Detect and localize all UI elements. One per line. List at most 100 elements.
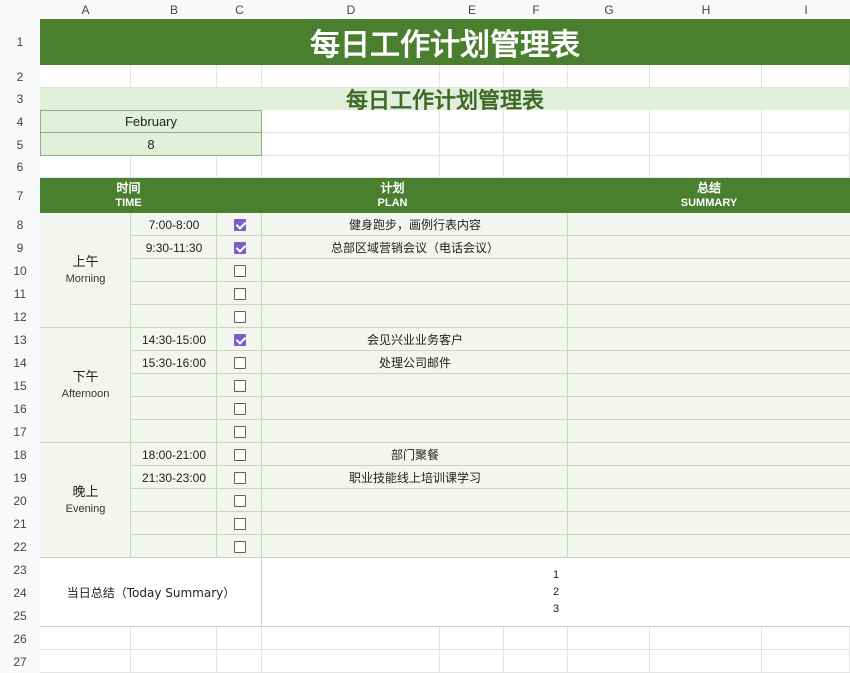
row-header-19[interactable]: 19 (0, 466, 40, 489)
checkbox-unchecked-icon[interactable] (233, 471, 246, 484)
time-cell[interactable]: 21:30-23:00 (131, 466, 217, 489)
row-header-7[interactable]: 7 (0, 178, 40, 213)
checkbox-unchecked-icon[interactable] (233, 356, 246, 369)
summary-cell[interactable] (568, 374, 850, 397)
row-header-15[interactable]: 15 (0, 374, 40, 397)
checkbox-unchecked-icon[interactable] (233, 287, 246, 300)
summary-cell[interactable] (568, 466, 850, 489)
checkbox-cell[interactable] (217, 420, 262, 443)
column-header-e[interactable]: E (440, 0, 504, 19)
time-cell[interactable] (131, 512, 217, 535)
plan-cell[interactable] (262, 259, 568, 282)
checkbox-cell[interactable] (217, 512, 262, 535)
checkbox-unchecked-icon[interactable] (233, 517, 246, 530)
checkbox-checked-icon[interactable] (233, 218, 246, 231)
row-header-8[interactable]: 8 (0, 213, 40, 236)
checkbox-cell[interactable] (217, 236, 262, 259)
row-header-16[interactable]: 16 (0, 397, 40, 420)
row-header-24[interactable]: 24 (0, 581, 40, 604)
month-cell[interactable]: February (40, 110, 262, 133)
time-cell[interactable] (131, 489, 217, 512)
row-header-5[interactable]: 5 (0, 133, 40, 156)
header-plan[interactable]: 计划 PLAN (217, 178, 568, 213)
time-cell[interactable] (131, 420, 217, 443)
time-cell[interactable]: 18:00-21:00 (131, 443, 217, 466)
row-header-25[interactable]: 25 (0, 604, 40, 627)
column-header-b[interactable]: B (131, 0, 217, 19)
row-header-14[interactable]: 14 (0, 351, 40, 374)
column-header-a[interactable]: A (40, 0, 131, 19)
checkbox-unchecked-icon[interactable] (233, 494, 246, 507)
plan-cell[interactable]: 职业技能线上培训课学习 (262, 466, 568, 489)
checkbox-unchecked-icon[interactable] (233, 402, 246, 415)
plan-cell[interactable]: 总部区域营销会议（电话会议） (262, 236, 568, 259)
plan-cell[interactable]: 处理公司邮件 (262, 351, 568, 374)
row-header-2[interactable]: 2 (0, 65, 40, 88)
summary-cell[interactable] (568, 420, 850, 443)
checkbox-unchecked-icon[interactable] (233, 310, 246, 323)
today-summary-label[interactable]: 当日总结（Today Summary） (40, 558, 262, 627)
spreadsheet-grid[interactable]: A B C D E F G H I 1 2 3 4 5 6 7 8 9 10 11 12 13 14 15 16 17 18 19 20… (0, 0, 850, 673)
row-header-20[interactable]: 20 (0, 489, 40, 512)
plan-cell[interactable] (262, 489, 568, 512)
today-summary-content[interactable]: 1 2 3 (262, 558, 850, 627)
row-header-9[interactable]: 9 (0, 236, 40, 259)
row-header-4[interactable]: 4 (0, 110, 40, 133)
column-header-i[interactable]: I (762, 0, 850, 19)
summary-cell[interactable] (568, 213, 850, 236)
period-label-afternoon[interactable]: 下午 Afternoon (40, 328, 131, 443)
column-header-d[interactable]: D (262, 0, 440, 19)
checkbox-cell[interactable] (217, 466, 262, 489)
summary-cell[interactable] (568, 489, 850, 512)
corner-cell[interactable] (0, 0, 40, 19)
time-cell[interactable] (131, 305, 217, 328)
time-cell[interactable]: 7:00-8:00 (131, 213, 217, 236)
time-cell[interactable] (131, 259, 217, 282)
plan-cell[interactable]: 健身跑步，画例行表内容 (262, 213, 568, 236)
checkbox-cell[interactable] (217, 213, 262, 236)
checkbox-cell[interactable] (217, 328, 262, 351)
plan-cell[interactable] (262, 397, 568, 420)
column-header-h[interactable]: H (650, 0, 762, 19)
summary-cell[interactable] (568, 259, 850, 282)
plan-cell[interactable] (262, 535, 568, 558)
summary-cell[interactable] (568, 535, 850, 558)
time-cell[interactable]: 15:30-16:00 (131, 351, 217, 374)
row-header-1[interactable]: 1 (0, 19, 40, 65)
checkbox-cell[interactable] (217, 374, 262, 397)
header-summary[interactable]: 总结 SUMMARY (568, 178, 850, 213)
row-header-23[interactable]: 23 (0, 558, 40, 581)
row-header-3[interactable]: 3 (0, 88, 40, 110)
row-header-12[interactable]: 12 (0, 305, 40, 328)
plan-cell[interactable]: 部门聚餐 (262, 443, 568, 466)
column-header-c[interactable]: C (217, 0, 262, 19)
checkbox-checked-icon[interactable] (233, 333, 246, 346)
column-header-f[interactable]: F (504, 0, 568, 19)
checkbox-cell[interactable] (217, 351, 262, 374)
row-header-11[interactable]: 11 (0, 282, 40, 305)
row-header-6[interactable]: 6 (0, 156, 40, 178)
time-cell[interactable] (131, 397, 217, 420)
checkbox-unchecked-icon[interactable] (233, 448, 246, 461)
checkbox-unchecked-icon[interactable] (233, 379, 246, 392)
checkbox-cell[interactable] (217, 305, 262, 328)
time-cell[interactable] (131, 282, 217, 305)
plan-cell[interactable] (262, 512, 568, 535)
plan-cell[interactable]: 会见兴业业务客户 (262, 328, 568, 351)
day-cell[interactable]: 8 (40, 133, 262, 156)
sheet-title[interactable]: 每日工作计划管理表 (40, 19, 850, 65)
checkbox-cell[interactable] (217, 535, 262, 558)
summary-cell[interactable] (568, 351, 850, 374)
plan-cell[interactable] (262, 282, 568, 305)
summary-cell[interactable] (568, 397, 850, 420)
time-cell[interactable]: 9:30-11:30 (131, 236, 217, 259)
period-label-morning[interactable]: 上午 Morning (40, 213, 131, 328)
checkbox-checked-icon[interactable] (233, 241, 246, 254)
checkbox-unchecked-icon[interactable] (233, 264, 246, 277)
header-time[interactable]: 时间 TIME (40, 178, 217, 213)
row-header-18[interactable]: 18 (0, 443, 40, 466)
checkbox-unchecked-icon[interactable] (233, 540, 246, 553)
summary-cell[interactable] (568, 443, 850, 466)
checkbox-cell[interactable] (217, 489, 262, 512)
sheet-subtitle[interactable]: 每日工作计划管理表 (40, 88, 850, 110)
